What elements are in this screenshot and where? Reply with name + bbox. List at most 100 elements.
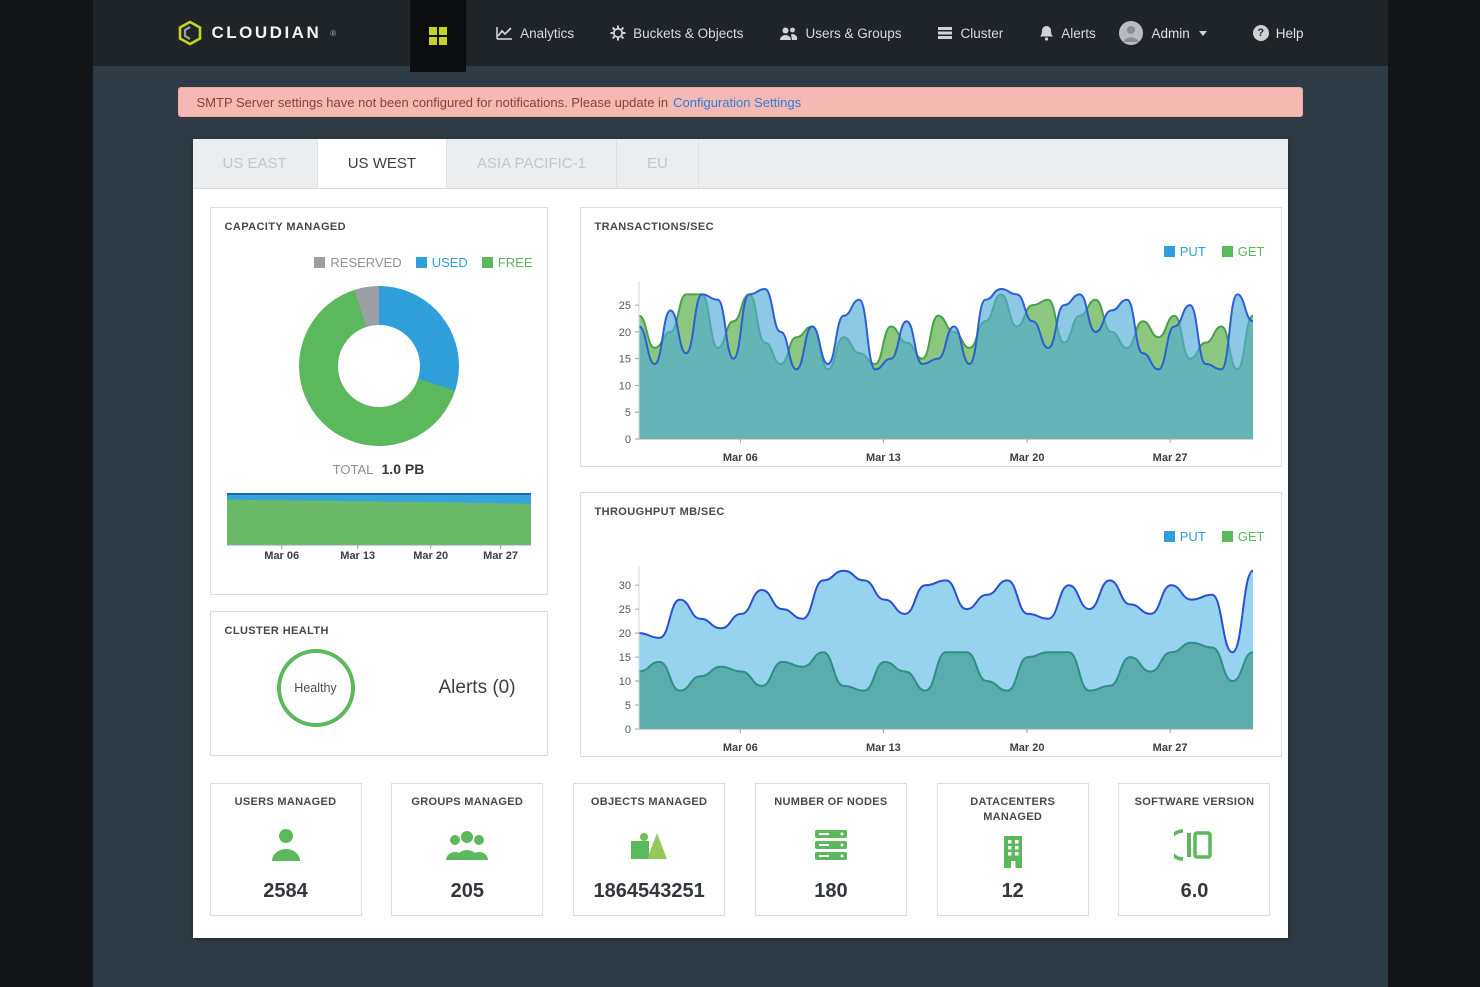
legend-put: PUT	[1164, 529, 1206, 544]
stat-label: GROUPS MANAGED	[411, 795, 523, 810]
question-icon: ?	[1253, 25, 1269, 41]
objects-icon	[627, 827, 671, 863]
bell-icon	[1039, 25, 1054, 41]
legend-put: PUT	[1164, 244, 1206, 259]
stat-value: 205	[451, 880, 484, 903]
used-swatch	[416, 257, 427, 268]
nav-item-label: Alerts	[1061, 26, 1096, 41]
free-swatch	[482, 257, 493, 268]
admin-menu[interactable]: Admin	[1118, 20, 1206, 46]
configuration-settings-link[interactable]: Configuration Settings	[673, 95, 801, 110]
transactions-title: TRANSACTIONS/SEC	[595, 221, 1267, 233]
alerts-count-text: Alerts (0)	[439, 677, 516, 699]
region-tabs: US EAST US WEST ASIA PACIFIC-1 EU	[193, 139, 1288, 189]
nav-item-label: Cluster	[960, 26, 1003, 41]
stat-label: SOFTWARE VERSION	[1135, 795, 1255, 810]
svg-text:20: 20	[618, 327, 630, 339]
banner-text: SMTP Server settings have not been confi…	[197, 95, 669, 110]
nav-item-users-groups[interactable]: Users & Groups	[779, 26, 901, 41]
nav-item-cluster[interactable]: Cluster	[937, 26, 1003, 41]
get-swatch	[1222, 531, 1233, 542]
stat-software-version: SOFTWARE VERSION 6.0	[1118, 783, 1270, 916]
nav-items: Analytics Buckets & Objects	[496, 25, 1096, 41]
svg-text:Mar 27: Mar 27	[1152, 742, 1187, 754]
software-icon	[1174, 827, 1214, 863]
legend-reserved: RESERVED	[314, 255, 401, 270]
app-root: CLOUDIAN ® Analytics	[93, 0, 1388, 987]
nav-item-label: Users & Groups	[805, 26, 901, 41]
svg-text:Mar 27: Mar 27	[483, 550, 518, 562]
total-label: TOTAL	[333, 462, 373, 477]
brand-text: CLOUDIAN	[212, 23, 322, 43]
svg-text:Mar 13: Mar 13	[865, 742, 900, 754]
table-icon	[937, 26, 953, 40]
capacity-panel-title: CAPACITY MANAGED	[225, 221, 533, 233]
dashboard-content: CAPACITY MANAGED RESERVED USED	[193, 189, 1288, 938]
legend-label: GET	[1238, 529, 1265, 544]
svg-text:Mar 06: Mar 06	[722, 452, 757, 464]
help-label: Help	[1276, 26, 1304, 41]
stat-value: 2584	[263, 880, 308, 903]
nav-item-analytics[interactable]: Analytics	[496, 26, 574, 41]
svg-text:Mar 20: Mar 20	[413, 550, 448, 562]
transactions-panel: TRANSACTIONS/SEC PUT GET 0510152025M	[580, 207, 1282, 467]
tab-asia-pacific-1[interactable]: ASIA PACIFIC-1	[447, 139, 617, 188]
cloudian-logo-icon	[177, 20, 203, 46]
svg-text:5: 5	[624, 407, 630, 419]
nav-item-label: Buckets & Objects	[633, 26, 743, 41]
nav-item-buckets-objects[interactable]: Buckets & Objects	[610, 25, 743, 41]
group-icon	[444, 827, 490, 863]
legend-label: RESERVED	[330, 255, 401, 270]
tab-us-west[interactable]: US WEST	[318, 139, 447, 188]
users-icon	[779, 26, 798, 41]
stat-users-managed: USERS MANAGED 2584	[210, 783, 362, 916]
chevron-down-icon	[1199, 31, 1207, 36]
cluster-health-panel: CLUSTER HEALTH Healthy Alerts (0)	[210, 611, 548, 756]
stat-value: 180	[814, 880, 847, 903]
health-status-badge: Healthy	[277, 649, 355, 727]
capacity-legend: RESERVED USED FREE	[225, 255, 533, 270]
throughput-legend: PUT GET	[1164, 529, 1265, 544]
legend-label: PUT	[1180, 244, 1206, 259]
svg-text:Mar 13: Mar 13	[340, 550, 375, 562]
get-swatch	[1222, 246, 1233, 257]
gear-icon	[610, 25, 626, 41]
svg-text:10: 10	[618, 380, 630, 392]
avatar-icon	[1118, 20, 1144, 46]
svg-text:0: 0	[624, 724, 630, 736]
throughput-chart: 051015202530Mar 06Mar 13Mar 20Mar 27	[595, 558, 1267, 755]
stat-value: 6.0	[1181, 880, 1209, 903]
help-menu[interactable]: ? Help	[1253, 25, 1304, 41]
nodes-icon	[811, 827, 851, 863]
total-value: 1.0 PB	[382, 461, 425, 477]
nav-item-alerts[interactable]: Alerts	[1039, 25, 1096, 41]
stat-label: NUMBER OF NODES	[774, 795, 887, 810]
transactions-chart: 0510152025Mar 06Mar 13Mar 20Mar 27	[595, 273, 1267, 465]
svg-text:20: 20	[618, 628, 630, 640]
svg-text:Mar 13: Mar 13	[865, 452, 900, 464]
stat-value: 1864543251	[593, 880, 704, 903]
tab-us-east[interactable]: US EAST	[193, 139, 318, 188]
tab-eu[interactable]: EU	[617, 139, 699, 188]
svg-text:30: 30	[618, 580, 630, 592]
legend-label: PUT	[1180, 529, 1206, 544]
svg-text:Mar 20: Mar 20	[1009, 742, 1044, 754]
stat-value: 12	[1002, 880, 1024, 903]
nav-item-label: Analytics	[520, 26, 574, 41]
svg-text:15: 15	[618, 354, 630, 366]
capacity-managed-panel: CAPACITY MANAGED RESERVED USED	[210, 207, 548, 595]
nav-dashboard-tab[interactable]	[410, 0, 466, 72]
svg-text:0: 0	[624, 434, 630, 446]
stat-label: DATACENTERS MANAGED	[948, 795, 1078, 825]
top-nav-bar: CLOUDIAN ® Analytics	[93, 0, 1388, 66]
svg-text:25: 25	[618, 300, 630, 312]
put-swatch	[1164, 246, 1175, 257]
cluster-panel-title: CLUSTER HEALTH	[225, 625, 533, 637]
cloudian-logo[interactable]: CLOUDIAN ®	[177, 20, 337, 46]
dashboard-card: US EAST US WEST ASIA PACIFIC-1 EU CAPACI…	[193, 139, 1288, 938]
throughput-panel: THROUGHPUT MB/SEC PUT GET 0510152025	[580, 492, 1282, 757]
svg-text:15: 15	[618, 652, 630, 664]
line-chart-icon	[496, 26, 513, 41]
svg-text:10: 10	[618, 676, 630, 688]
put-swatch	[1164, 531, 1175, 542]
